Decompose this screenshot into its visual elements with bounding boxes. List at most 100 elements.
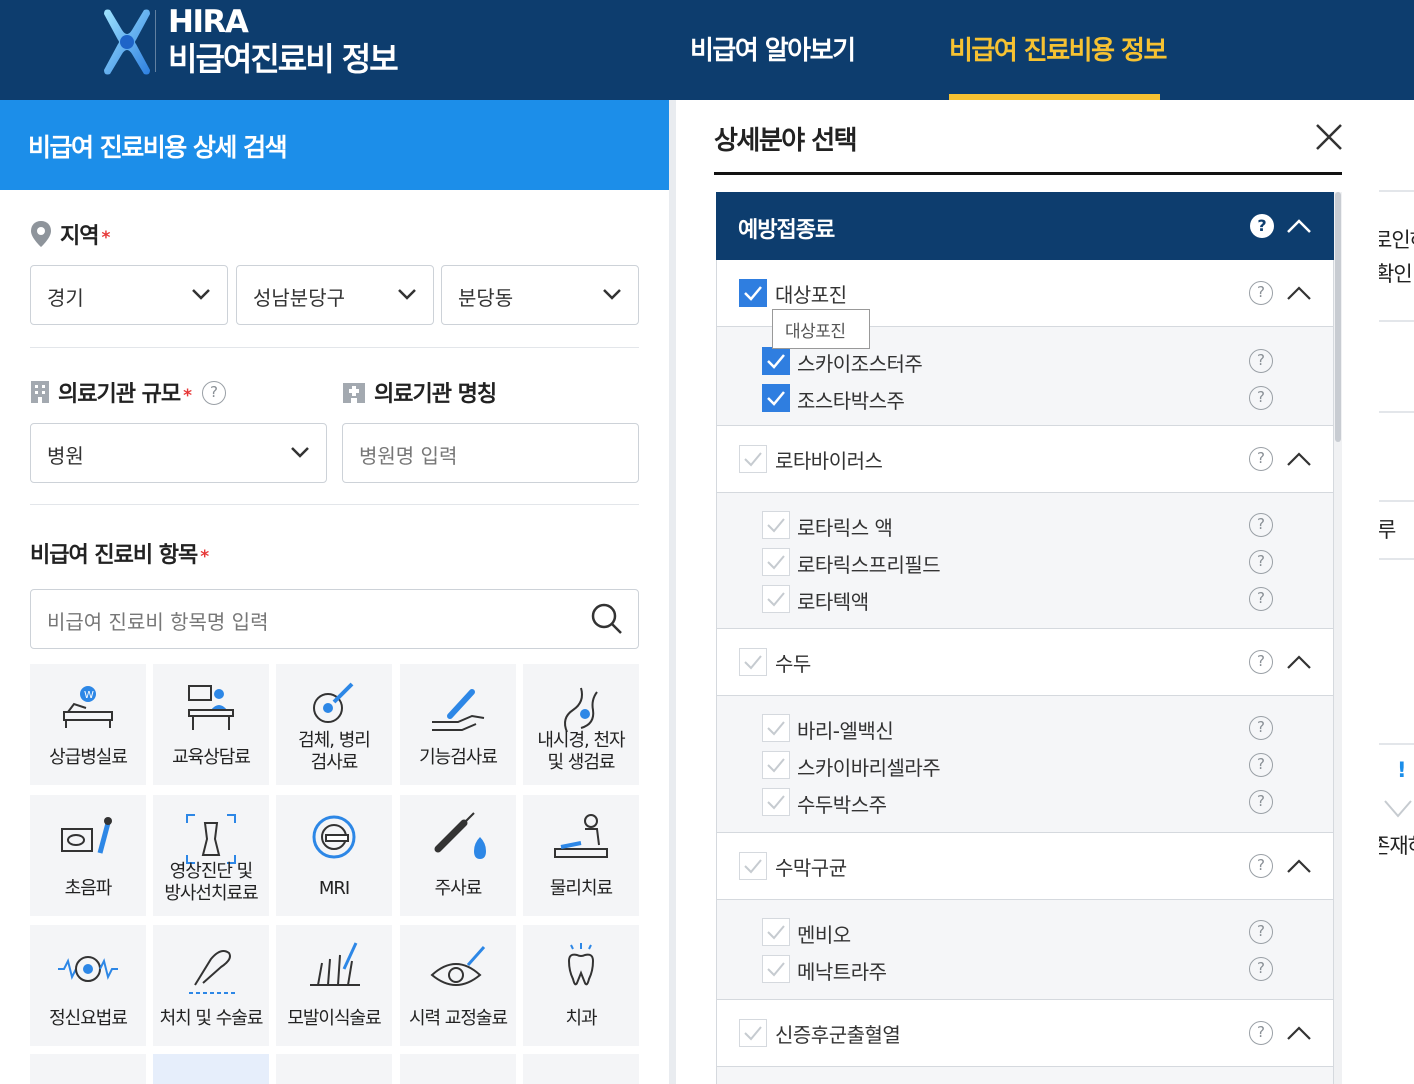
checkbox-unchecked-icon[interactable] [762,788,790,816]
checkbox-checked-icon[interactable] [762,347,790,375]
checkbox-unchecked-icon[interactable] [739,852,767,880]
category-tile-partial-selected[interactable] [153,1054,269,1084]
chevron-up-icon[interactable] [1286,285,1312,301]
checkbox-unchecked-icon[interactable] [739,445,767,473]
category-tile-function-test[interactable]: 기능검사료 [400,664,516,785]
scrollbar[interactable] [1334,192,1342,1084]
region-dong-select[interactable]: 분당동 [441,265,639,325]
checkbox-unchecked-icon[interactable] [762,751,790,779]
subitem-row[interactable]: 로타릭스 액 ? [717,507,1333,544]
help-icon[interactable]: ? [1249,1021,1273,1045]
checkbox-unchecked-icon[interactable] [762,918,790,946]
subitem-row[interactable]: 스카이바리셀라주 ? [717,747,1333,784]
nav-item-about[interactable]: 비급여 알아보기 [690,30,856,67]
checkbox-unchecked-icon[interactable] [762,714,790,742]
category-tile-specimen-pathology[interactable]: 검체, 병리 검사료 [276,664,392,785]
subitem-row[interactable]: 수두박스주 ? [717,784,1333,821]
group-row-rotavirus[interactable]: 로타바이러스 ? [717,426,1333,493]
category-tile-imaging-radiation[interactable]: 영상진단 및 방사선치료료 [153,795,269,916]
category-tile-surgery[interactable]: 처치 및 수술료 [153,925,269,1046]
help-icon[interactable]: ? [1249,587,1273,611]
category-tile-psychotherapy[interactable]: 정신요법료 [30,925,146,1046]
checkbox-unchecked-icon[interactable] [762,548,790,576]
subitem-row[interactable]: 바리-엘백신 ? [717,710,1333,747]
close-icon[interactable] [1314,122,1344,152]
group-row-meningococcal[interactable]: 수막구균 ? [717,833,1333,900]
help-icon[interactable]: ? [1249,550,1273,574]
category-tile-education-counsel[interactable]: 교육상담료 [153,664,269,785]
category-tile-endoscopy[interactable]: 내시경, 천자 및 생검료 [523,664,639,785]
help-icon[interactable]: ? [1249,920,1273,944]
subitem-row[interactable]: 로타릭스프리필드 ? [717,544,1333,581]
category-tile-dental[interactable]: 치과 [523,925,639,1046]
help-icon[interactable]: ? [1249,386,1273,410]
physical-therapy-icon [554,814,608,858]
subitem-row[interactable]: 로타텍액 ? [717,581,1333,618]
nav-item-cost-info[interactable]: 비급여 진료비용 정보 [949,30,1167,67]
hospital-name-input[interactable]: 병원명 입력 [342,423,639,483]
chevron-up-icon[interactable] [1286,858,1312,874]
subitem-row[interactable]: 메낙트라주 ? [717,951,1333,988]
region-province-select[interactable]: 경기 [30,265,228,325]
group-row-varicella[interactable]: 수두 ? [717,629,1333,696]
region-district-select[interactable]: 성남분당구 [236,265,434,325]
help-icon[interactable]: ? [1249,447,1273,471]
category-tile-injection[interactable]: 주사료 [400,795,516,916]
checkbox-unchecked-icon[interactable] [762,585,790,613]
category-tile-ultrasound[interactable]: 초음파 [30,795,146,916]
help-icon[interactable]: ? [1249,513,1273,537]
checkbox-unchecked-icon[interactable] [739,1019,767,1047]
help-icon[interactable]: ? [1249,957,1273,981]
strip-divider [1379,411,1414,413]
hospital-scale-select[interactable]: 병원 [30,423,327,483]
chevron-up-icon[interactable] [1286,218,1312,234]
required-mark: * [183,386,192,406]
category-tile-premium-room[interactable]: W 상급병실료 [30,664,146,785]
subitem-row[interactable]: 멘비오 ? [717,914,1333,951]
group-label: 로타바이러스 [775,449,883,473]
category-label: 내시경, 천자 및 생검료 [537,730,625,773]
category-tile-hair-transplant[interactable]: 모발이식술료 [276,925,392,1046]
subitem-label: 로타릭스 액 [797,516,893,540]
category-tile-partial[interactable] [30,1054,146,1084]
checkbox-unchecked-icon[interactable] [762,955,790,983]
category-tile-vision-correction[interactable]: 시력 교정술료 [400,925,516,1046]
help-icon[interactable]: ? [1249,281,1273,305]
category-tile-partial[interactable] [276,1054,392,1084]
category-tile-partial[interactable] [400,1054,516,1084]
help-icon[interactable]: ? [1249,349,1273,373]
checkbox-unchecked-icon[interactable] [739,648,767,676]
hospital-name-placeholder: 병원명 입력 [359,444,458,468]
strip-divider [1379,500,1414,502]
checkbox-checked-icon[interactable] [762,384,790,412]
item-search-input[interactable]: 비급여 진료비 항목명 입력 [30,589,639,649]
subitem-row[interactable]: 조스타박스주 ? [717,380,1333,417]
group-row-hfrs[interactable]: 신증후군출혈열 ? [717,1000,1333,1067]
help-icon[interactable]: ? [1249,716,1273,740]
chevron-up-icon[interactable] [1286,1025,1312,1041]
required-mark: * [101,228,110,248]
help-icon[interactable]: ? [1249,753,1273,777]
search-panel-title: 비급여 진료비용 상세 검색 [0,100,669,190]
hira-logo-icon[interactable] [100,8,154,76]
category-tile-mri[interactable]: MRI [276,795,392,916]
accordion-header-vaccination[interactable]: 예방접종료 ? [716,192,1334,260]
strip-divider [1379,743,1414,745]
chevron-up-icon[interactable] [1286,451,1312,467]
checkbox-unchecked-icon[interactable] [762,511,790,539]
strip-text: 존재하 [1379,834,1414,858]
help-icon[interactable]: ? [1249,854,1273,878]
category-tile-physical-therapy[interactable]: 물리치료 [523,795,639,916]
scrollbar-thumb[interactable] [1335,192,1341,442]
category-tile-partial[interactable] [523,1054,639,1084]
help-icon[interactable]: ? [1250,214,1274,238]
checkbox-checked-icon[interactable] [739,279,767,307]
strip-text: 로인하 [1379,228,1414,252]
strip-divider [1379,558,1414,560]
chevron-up-icon[interactable] [1286,654,1312,670]
search-icon[interactable] [590,602,624,636]
help-icon[interactable]: ? [202,381,226,405]
help-icon[interactable]: ? [1249,790,1273,814]
brand-subtitle: 비급여진료비 정보 [168,40,399,78]
help-icon[interactable]: ? [1249,650,1273,674]
